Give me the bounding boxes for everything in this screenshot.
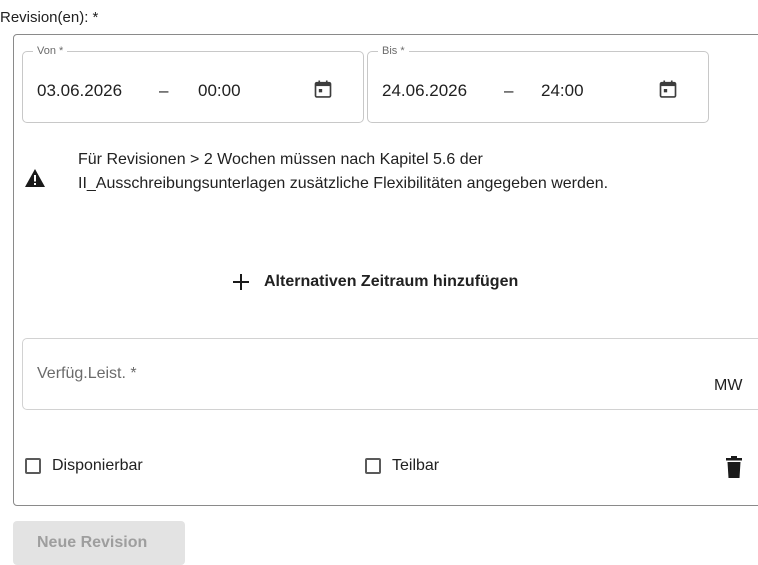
from-datetime-field[interactable]: Von * 03.06.2026 – 00:00 — [22, 45, 364, 123]
checkbox-teilbar[interactable]: Teilbar — [365, 457, 439, 475]
checkbox-icon[interactable] — [365, 458, 381, 474]
from-date[interactable]: 03.06.2026 — [37, 81, 122, 101]
available-power-placeholder: Verfüg.Leist. * — [37, 365, 137, 382]
checkbox-icon[interactable] — [25, 458, 41, 474]
warning-line-2: II_Ausschreibungsunterlagen zusätzliche … — [78, 175, 609, 192]
checkbox-disponierbar-label: Disponierbar — [52, 457, 143, 474]
from-separator: – — [159, 81, 169, 100]
section-label: Revision(en): * — [0, 9, 99, 26]
to-datetime-field[interactable]: Bis * 24.06.2026 – 24:00 — [367, 45, 709, 123]
calendar-icon[interactable] — [658, 79, 678, 99]
power-unit-suffix: MW — [714, 377, 743, 394]
checkbox-disponierbar[interactable]: Disponierbar — [25, 457, 143, 475]
to-time[interactable]: 24:00 — [541, 81, 584, 101]
from-legend: Von * — [33, 45, 68, 58]
warning-line-1: Für Revisionen > 2 Wochen müssen nach Ka… — [78, 151, 483, 168]
add-alternative-period-button[interactable]: Alternativen Zeitraum hinzufügen — [230, 268, 518, 296]
to-separator: – — [504, 81, 514, 100]
new-revision-button[interactable]: Neue Revision — [13, 521, 185, 565]
checkbox-teilbar-label: Teilbar — [392, 457, 440, 474]
to-legend: Bis * — [378, 45, 409, 58]
trash-icon[interactable] — [725, 455, 743, 479]
add-alternative-label: Alternativen Zeitraum hinzufügen — [264, 273, 519, 290]
to-date[interactable]: 24.06.2026 — [382, 81, 467, 101]
from-time[interactable]: 00:00 — [198, 81, 241, 101]
calendar-icon[interactable] — [313, 79, 333, 99]
available-power-input[interactable]: Verfüg.Leist. * MW — [22, 338, 758, 410]
plus-icon — [230, 271, 252, 293]
